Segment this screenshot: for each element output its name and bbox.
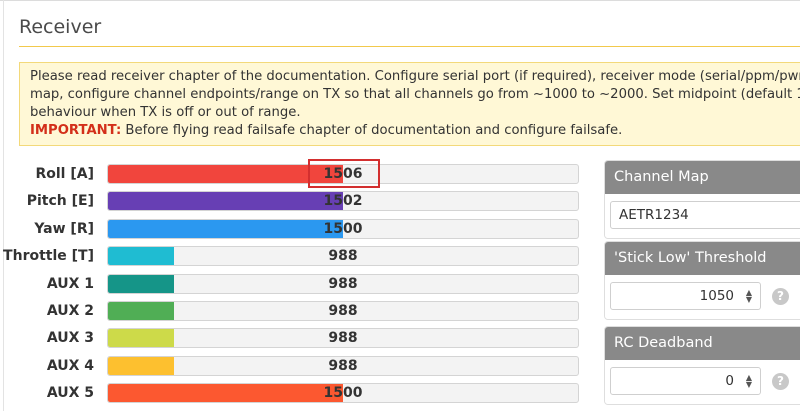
stepper-icon[interactable]: ▲ ▼ [744, 374, 754, 389]
channel-label: Pitch [E] [26, 193, 94, 210]
channel-value: 988 [328, 330, 358, 347]
channel-value: 1500 [323, 385, 363, 402]
channel-label: AUX 5 [46, 385, 94, 402]
title-divider [19, 46, 800, 47]
channel-value: 988 [328, 357, 358, 374]
channel-value: 988 [328, 248, 358, 265]
rc-deadband-input[interactable]: 0 ▲ ▼ [610, 367, 761, 395]
rc-deadband-value: 0 [725, 373, 734, 389]
channel-map-input[interactable]: AETR1234 [610, 201, 800, 229]
channel-label: Roll [A] [35, 166, 94, 182]
stick-low-value: 1050 [699, 288, 734, 304]
channel-meter: 1500 [107, 383, 579, 404]
channel-meter: 988 [107, 273, 579, 294]
help-icon[interactable]: ? [772, 288, 789, 305]
channel-meter: 1500 [107, 218, 579, 239]
receiver-notice: Please read receiver chapter of the docu… [19, 62, 800, 146]
channel-label: Yaw [R] [34, 220, 94, 237]
channel-value: 988 [328, 275, 358, 292]
rc-deadband-title: RC Deadband [605, 327, 800, 360]
channel-label: Throttle [T] [3, 248, 94, 265]
top-border [0, 0, 800, 1]
channel-meter: 1502 [107, 191, 579, 212]
channel-label: AUX 1 [46, 275, 94, 292]
channel-meter: 988 [107, 301, 579, 321]
stick-low-input[interactable]: 1050 ▲ ▼ [610, 282, 761, 310]
channel-map-body: AETR1234 [605, 194, 800, 238]
rc-deadband-body: 0 ▲ ▼ ? [605, 360, 800, 404]
channel-label: AUX 2 [46, 303, 94, 319]
channel-map-panel: Channel Map AETR1234 [604, 160, 800, 239]
channel-meter: 988 [107, 328, 579, 349]
highlight-annotation [308, 159, 380, 188]
notice-important: IMPORTANT: Before flying read failsafe c… [30, 122, 800, 140]
channel-meter: 988 [107, 246, 579, 267]
important-text: Before flying read failsafe chapter of d… [121, 123, 623, 138]
stick-low-panel: 'Stick Low' Threshold 1050 ▲ ▼ ? [604, 241, 800, 320]
page-title: Receiver [19, 16, 102, 38]
notice-line-2: map, configure channel endpoints/range o… [30, 87, 800, 102]
notice-line-1: Please read receiver chapter of the docu… [30, 69, 800, 84]
channel-meter: 988 [107, 355, 579, 376]
channel-map-title: Channel Map [605, 161, 800, 194]
channel-label: AUX 4 [46, 357, 94, 374]
stick-low-body: 1050 ▲ ▼ ? [605, 275, 800, 319]
rc-deadband-panel: RC Deadband 0 ▲ ▼ ? [604, 326, 800, 405]
channel-value: 1502 [323, 193, 363, 210]
stepper-icon[interactable]: ▲ ▼ [744, 289, 754, 304]
important-label: IMPORTANT: [30, 123, 122, 138]
stick-low-title: 'Stick Low' Threshold [605, 242, 800, 275]
notice-line-3: behaviour when TX is off or out of range… [30, 105, 301, 120]
channel-label: AUX 3 [46, 330, 94, 347]
channel-value: 988 [328, 303, 358, 319]
channel-value: 1500 [323, 220, 363, 237]
help-icon[interactable]: ? [772, 373, 789, 390]
